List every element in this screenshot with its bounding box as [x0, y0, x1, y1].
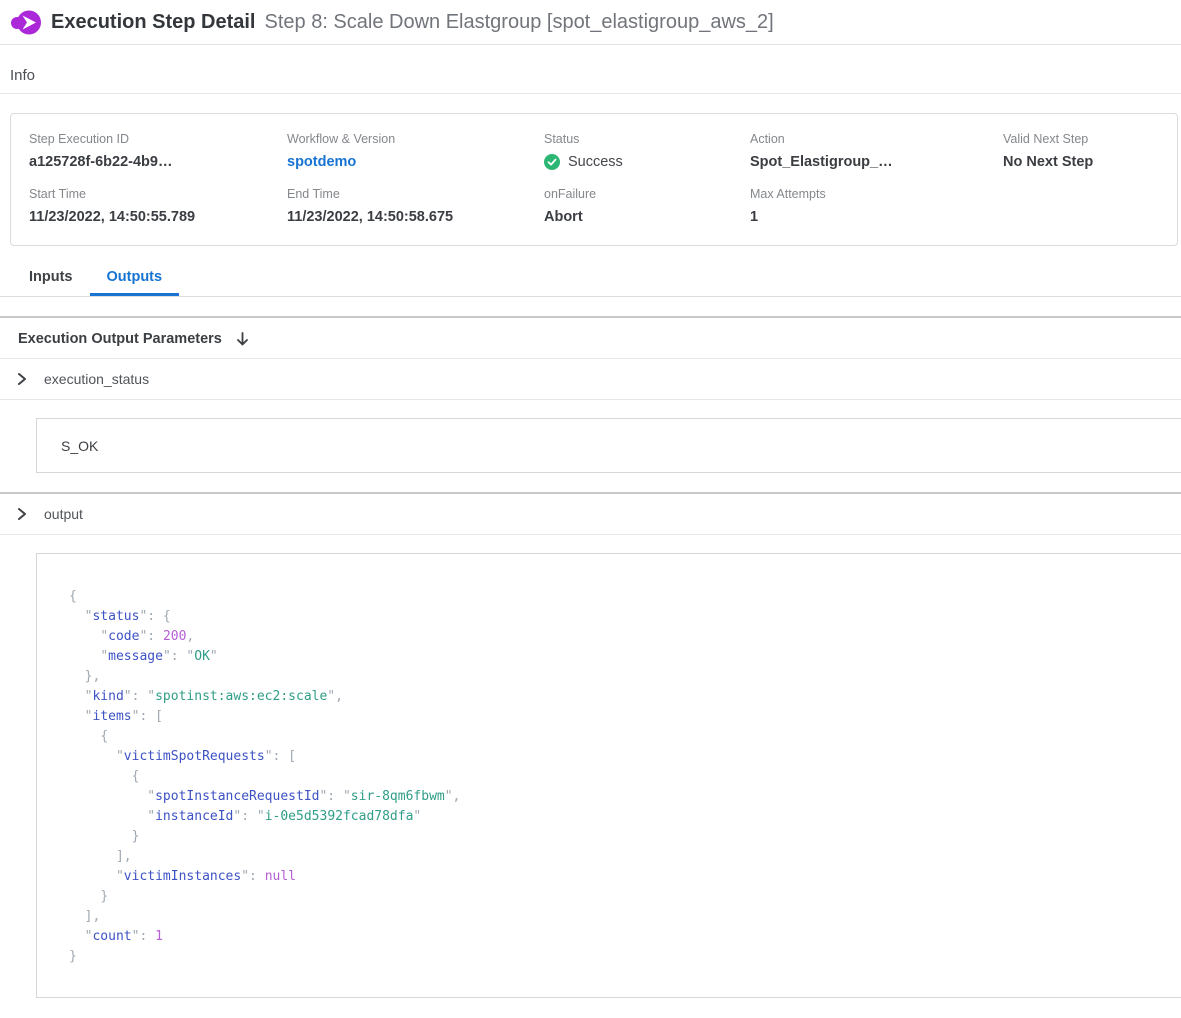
- field-label: Max Attempts: [750, 187, 1003, 201]
- tab-outputs[interactable]: Outputs: [90, 260, 180, 296]
- field-value: Abort: [544, 209, 750, 225]
- tab-inputs[interactable]: Inputs: [12, 260, 90, 296]
- info-field-start-time: Start Time 11/23/2022, 14:50:55.789: [29, 187, 287, 225]
- field-label: End Time: [287, 187, 544, 201]
- field-label: Workflow & Version: [287, 132, 544, 146]
- info-field-status: Status Success: [544, 132, 750, 170]
- divider: [0, 534, 1181, 535]
- field-label: Valid Next Step: [1003, 132, 1177, 146]
- divider: [0, 93, 1181, 94]
- param-row-output[interactable]: output: [0, 494, 1181, 534]
- workflow-link[interactable]: spotdemo: [287, 154, 544, 170]
- info-field-valid-next-step: Valid Next Step No Next Step: [1003, 132, 1177, 170]
- field-value: No Next Step: [1003, 154, 1177, 170]
- param-row-execution-status[interactable]: execution_status: [0, 359, 1181, 399]
- collapse-all-icon[interactable]: [235, 331, 250, 347]
- chevron-right-icon: [16, 372, 28, 386]
- field-value: 1: [750, 209, 1003, 225]
- success-check-icon: [544, 154, 560, 170]
- info-field-end-time: End Time 11/23/2022, 14:50:58.675: [287, 187, 544, 225]
- page-title: Execution Step Detail: [51, 11, 256, 34]
- info-field-workflow-version: Workflow & Version spotdemo: [287, 132, 544, 170]
- field-label: Action: [750, 132, 1003, 146]
- field-label: Start Time: [29, 187, 287, 201]
- field-label: Step Execution ID: [29, 132, 287, 146]
- field-label: onFailure: [544, 187, 750, 201]
- param-name: output: [44, 506, 83, 522]
- app-header: Execution Step Detail Step 8: Scale Down…: [0, 0, 1181, 45]
- info-card: Step Execution ID a125728f-6b22-4b9… Wor…: [10, 113, 1178, 246]
- field-value: a125728f-6b22-4b9…: [29, 154, 287, 170]
- outputs-section-title: Execution Output Parameters: [18, 331, 222, 347]
- resolve-logo-icon: [10, 7, 41, 38]
- outputs-section-header: Execution Output Parameters: [0, 318, 1181, 358]
- page-subtitle: Step 8: Scale Down Elastgroup [spot_elas…: [265, 11, 774, 34]
- info-field-onfailure: onFailure Abort: [544, 187, 750, 225]
- status-text: Success: [568, 154, 623, 170]
- execution-status-value: S_OK: [61, 438, 98, 454]
- chevron-right-icon: [16, 507, 28, 521]
- execution-status-value-box: S_OK: [36, 418, 1181, 473]
- output-json-box: { "status": { "code": 200, "message": "O…: [36, 553, 1181, 998]
- field-value: 11/23/2022, 14:50:55.789: [29, 209, 287, 225]
- field-value: Spot_Elastigroup_…: [750, 154, 1003, 170]
- field-label: Status: [544, 132, 750, 146]
- output-json-code: { "status": { "code": 200, "message": "O…: [69, 587, 1181, 967]
- info-field-step-execution-id: Step Execution ID a125728f-6b22-4b9…: [29, 132, 287, 170]
- divider: [0, 399, 1181, 400]
- param-name: execution_status: [44, 371, 149, 387]
- tab-bar: Inputs Outputs: [0, 260, 1181, 297]
- info-field-action: Action Spot_Elastigroup_…: [750, 132, 1003, 170]
- field-value: 11/23/2022, 14:50:58.675: [287, 209, 544, 225]
- info-section-label: Info: [10, 67, 1181, 84]
- info-field-max-attempts: Max Attempts 1: [750, 187, 1003, 225]
